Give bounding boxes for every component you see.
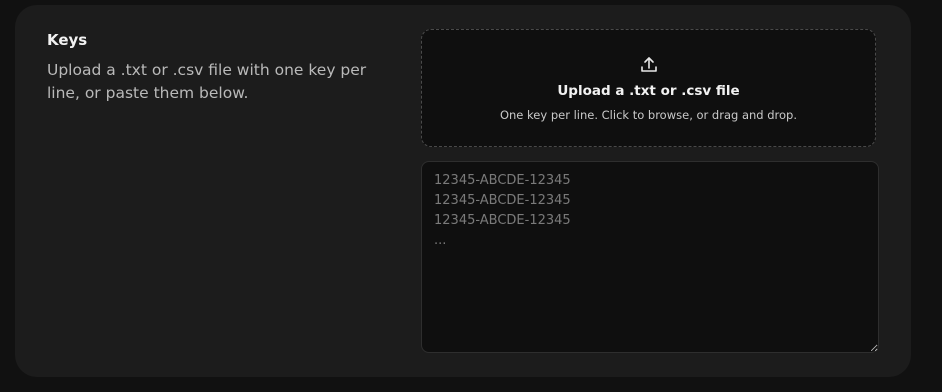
section-description: Upload a .txt or .csv file with one key … [47, 61, 367, 102]
upload-subtitle: One key per line. Click to browse, or dr… [499, 108, 798, 122]
keys-card: Keys Upload a .txt or .csv file with one… [15, 5, 911, 377]
upload-title: Upload a .txt or .csv file [557, 83, 740, 99]
keys-textarea[interactable] [421, 161, 879, 353]
keys-section-header: Keys Upload a .txt or .csv file with one… [47, 31, 392, 105]
section-title: Keys [47, 31, 88, 49]
file-upload-dropzone[interactable]: Upload a .txt or .csv file One key per l… [421, 29, 876, 147]
upload-icon [640, 57, 657, 72]
